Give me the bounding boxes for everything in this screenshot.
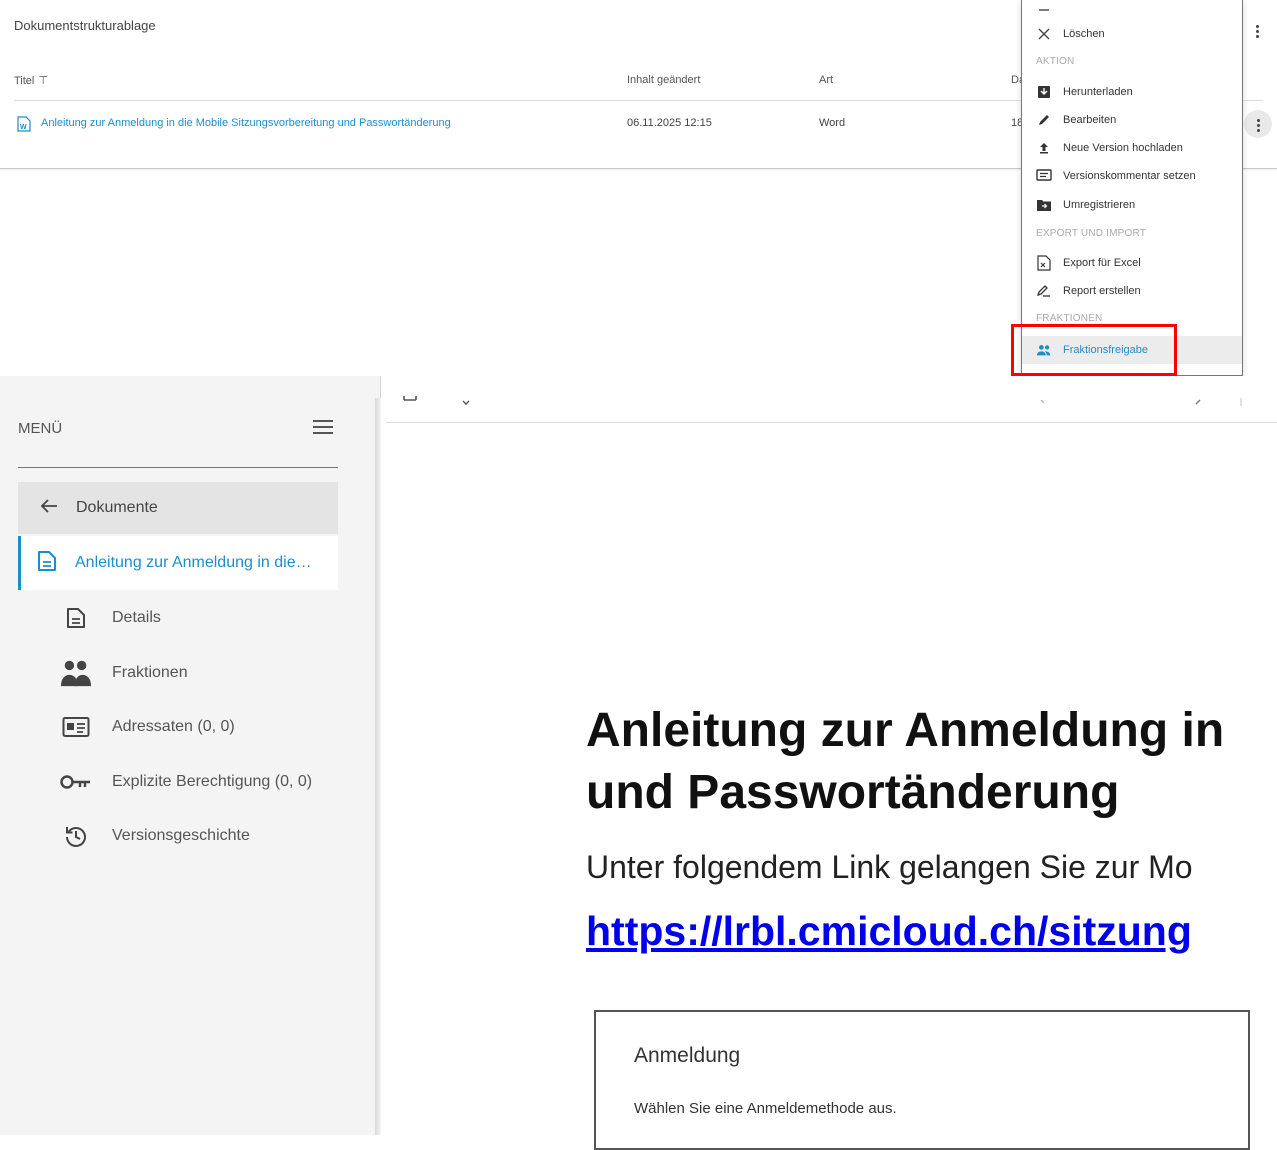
people-icon <box>1036 342 1052 358</box>
menu-section-fraktionen: FRAKTIONEN <box>1036 313 1103 324</box>
login-screenshot-box: Anmeldung Wählen Sie eine Anmeldemethode… <box>594 1010 1250 1150</box>
menu-item-label: Versionskommentar setzen <box>1063 170 1196 182</box>
group-icon <box>60 659 92 687</box>
menu-item-label: Fraktionsfreigabe <box>1063 344 1148 356</box>
document-paragraph: Unter folgendem Link gelangen Sie zur Mo <box>586 849 1193 885</box>
sidebar-divider <box>375 398 381 1135</box>
content-changed-date: 06.11.2025 12:15 <box>627 117 712 129</box>
panel-title: Dokumentstrukturablage <box>14 18 156 33</box>
preview-toolbar <box>386 376 1277 423</box>
menu-item-herunterladen[interactable]: Herunterladen <box>1022 79 1242 105</box>
nav-item-berechtigung[interactable]: Explizite Berechtigung (0, 0) <box>60 762 338 802</box>
nav-current-label: Anleitung zur Anmeldung in die… <box>75 554 312 571</box>
arrow-left-icon <box>40 498 58 519</box>
menu-item-report[interactable]: Report erstellen <box>1022 278 1242 304</box>
nav-item-label: Adressaten (0, 0) <box>112 718 235 735</box>
upload-icon <box>1036 140 1052 156</box>
menu-section-aktion: AKTION <box>1036 56 1075 67</box>
menu-item-versionskommentar[interactable]: Versionskommentar setzen <box>1022 163 1242 189</box>
pencil-icon <box>1036 112 1052 128</box>
menu-item-umregistrieren[interactable]: Umregistrieren <box>1022 192 1242 218</box>
history-icon <box>60 824 92 848</box>
close-icon <box>1036 26 1052 42</box>
menu-item-label: Neue Version hochladen <box>1063 142 1183 154</box>
column-header-titel-label: Titel <box>14 75 35 87</box>
menu-item-bearbeiten[interactable]: Bearbeiten <box>1022 107 1242 133</box>
document-heading-line2: und Passwortänderung <box>586 766 1120 819</box>
nav-item-label: Versionsgeschichte <box>112 827 250 844</box>
menu-title: MENÜ <box>18 420 63 437</box>
more-options-icon[interactable] <box>1250 23 1264 43</box>
menu-item-label: Umregistrieren <box>1063 199 1136 211</box>
hamburger-menu-icon[interactable] <box>312 418 334 436</box>
menu-item-label: Export für Excel <box>1063 257 1141 269</box>
row-more-options-button[interactable] <box>1244 110 1272 138</box>
svg-text:W: W <box>20 124 27 131</box>
nav-item-details[interactable]: Details <box>60 598 338 638</box>
nav-current-document[interactable]: Anleitung zur Anmeldung in die… <box>18 536 338 590</box>
contact-card-icon <box>60 716 92 738</box>
comment-icon <box>1036 168 1052 184</box>
key-icon <box>60 774 92 790</box>
side-menu: MENÜ Dokumente Anleitung zur Anmeldung i… <box>0 376 381 1135</box>
document-url-link[interactable]: https://lrbl.cmicloud.ch/sitzung <box>586 908 1192 955</box>
login-title: Anmeldung <box>634 1044 741 1067</box>
menu-section-export: EXPORT UND IMPORT <box>1036 228 1147 239</box>
word-file-icon: W <box>17 116 31 132</box>
column-header-inhalt[interactable]: Inhalt geändert <box>627 74 700 86</box>
nav-item-fraktionen[interactable]: Fraktionen <box>60 653 338 693</box>
document-heading: Anleitung zur Anmeldung in und Passwortä… <box>586 700 1224 824</box>
login-subtitle: Wählen Sie eine Anmeldemethode aus. <box>634 1100 897 1117</box>
more-options-icon <box>1256 117 1260 132</box>
report-icon <box>1036 283 1052 299</box>
document-icon <box>37 550 57 577</box>
context-menu: Löschen AKTION Herunterladen Bearbeiten … <box>1021 0 1243 376</box>
menu-item-fraktionsfreigabe[interactable]: Fraktionsfreigabe <box>1022 336 1242 364</box>
column-header-art[interactable]: Art <box>819 74 833 86</box>
menu-item-label: Bearbeiten <box>1063 114 1117 126</box>
menu-divider <box>18 467 338 468</box>
document-title-link[interactable]: Anleitung zur Anmeldung in die Mobile Si… <box>41 117 451 129</box>
nav-back-label: Dokumente <box>76 499 158 516</box>
nav-item-label: Fraktionen <box>112 664 188 681</box>
menu-item-clipped[interactable] <box>1022 0 1242 18</box>
excel-export-icon <box>1036 255 1052 271</box>
preview-toolbar-icons <box>403 396 1242 406</box>
edit-data-icon <box>1036 0 1052 13</box>
document-heading-line1: Anleitung zur Anmeldung in <box>586 704 1225 757</box>
document-icon <box>60 607 92 629</box>
nav-item-label: Details <box>112 609 161 626</box>
download-icon <box>1036 84 1052 100</box>
menu-item-label: Löschen <box>1063 28 1105 40</box>
sort-icon[interactable]: ⊤ <box>38 75 48 87</box>
document-preview: Anleitung zur Anmeldung in und Passwortä… <box>386 376 1277 1150</box>
menu-item-neue-version[interactable]: Neue Version hochladen <box>1022 135 1242 161</box>
folder-move-icon <box>1036 197 1052 213</box>
menu-item-label: Herunterladen <box>1063 86 1133 98</box>
menu-item-loeschen[interactable]: Löschen <box>1022 21 1242 47</box>
menu-item-export-excel[interactable]: Export für Excel <box>1022 250 1242 276</box>
menu-item-label: Report erstellen <box>1063 285 1141 297</box>
column-header-titel[interactable]: Titel ⊤ <box>14 74 48 87</box>
nav-item-label: Explizite Berechtigung (0, 0) <box>112 773 313 790</box>
nav-back-dokumente[interactable]: Dokumente <box>18 482 338 534</box>
nav-item-versionsgeschichte[interactable]: Versionsgeschichte <box>60 816 338 856</box>
document-type: Word <box>819 117 846 129</box>
nav-item-adressaten[interactable]: Adressaten (0, 0) <box>60 707 338 747</box>
